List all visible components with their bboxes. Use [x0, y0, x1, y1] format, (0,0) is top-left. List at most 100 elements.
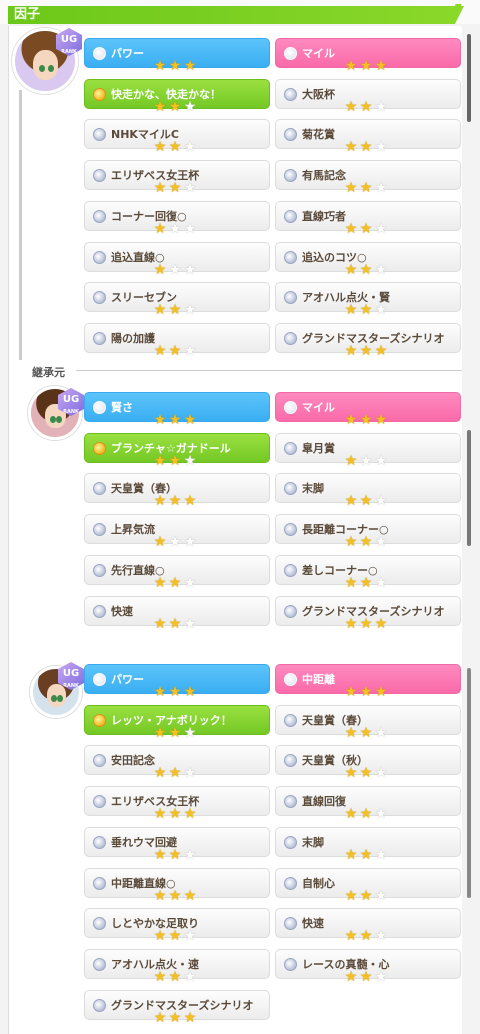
- star-empty-icon: ★: [374, 724, 388, 741]
- star-filled-icon: ★: [344, 846, 358, 863]
- star-filled-icon: ★: [344, 302, 358, 319]
- star-filled-icon: ★: [168, 302, 182, 319]
- factor-orb-icon: [93, 169, 106, 183]
- star-empty-icon: ★: [183, 574, 197, 591]
- star-empty-icon: ★: [183, 139, 197, 156]
- star-empty-icon: ★: [183, 765, 197, 782]
- factor-stars: ★ ★ ★: [152, 617, 197, 631]
- factor-orb-icon: [93, 523, 106, 537]
- star-empty-icon: ★: [183, 261, 197, 278]
- star-empty-icon: ★: [168, 261, 182, 278]
- star-filled-icon: ★: [344, 261, 358, 278]
- factor-label: 上昇気流: [111, 523, 155, 537]
- star-filled-icon: ★: [359, 139, 373, 156]
- star-filled-icon: ★: [168, 806, 182, 823]
- factor-stars: ★ ★ ★: [343, 807, 388, 821]
- factor-orb-icon: [93, 250, 106, 264]
- star-filled-icon: ★: [344, 574, 358, 591]
- header-bar: [8, 6, 464, 24]
- star-empty-icon: ★: [183, 180, 197, 197]
- star-filled-icon: ★: [168, 493, 182, 510]
- factor-stars: ★ ★ ★: [152, 807, 197, 821]
- factor-stars: ★ ★ ★: [343, 535, 388, 549]
- factor-stars: ★ ★ ★: [152, 263, 197, 277]
- avatar-eye: [49, 415, 56, 423]
- star-filled-icon: ★: [153, 887, 167, 904]
- star-empty-icon: ★: [374, 574, 388, 591]
- factor-stars: ★ ★ ★: [152, 848, 197, 862]
- avatar-face: [46, 683, 67, 707]
- star-empty-icon: ★: [183, 968, 197, 985]
- star-filled-icon: ★: [183, 684, 197, 700]
- factor-stars: ★ ★ ★: [152, 726, 197, 740]
- star-filled-icon: ★: [153, 452, 167, 469]
- star-filled-icon: ★: [153, 58, 167, 74]
- factor-label: 自制心: [302, 876, 335, 890]
- factor-stars: ★ ★ ★: [152, 222, 197, 236]
- factor-orb-icon: [93, 441, 106, 455]
- star-filled-icon: ★: [344, 534, 358, 551]
- avatar-eye: [38, 64, 45, 72]
- section-divider: [76, 370, 462, 371]
- star-filled-icon: ★: [168, 452, 182, 469]
- star-filled-icon: ★: [153, 806, 167, 823]
- star-filled-icon: ★: [153, 493, 167, 510]
- factor-stars: ★ ★ ★: [152, 576, 197, 590]
- factor-stars: ★ ★ ★: [152, 1011, 197, 1025]
- scrollbar-3[interactable]: [467, 668, 471, 898]
- factor-stars: ★ ★ ★: [343, 181, 388, 195]
- factor-label: 有馬記念: [302, 169, 346, 183]
- scrollbar-2[interactable]: [467, 430, 471, 546]
- avatar-eye: [56, 694, 63, 702]
- star-empty-icon: ★: [183, 615, 197, 632]
- factor-orb-icon: [284, 47, 297, 60]
- factor-stars: ★ ★ ★: [343, 726, 388, 740]
- star-filled-icon: ★: [183, 412, 197, 428]
- factor-label: 菊花賞: [302, 128, 335, 142]
- factor-stars: ★ ★ ★: [152, 100, 197, 114]
- star-empty-icon: ★: [183, 928, 197, 945]
- star-filled-icon: ★: [168, 928, 182, 945]
- factor-orb-icon: [93, 795, 106, 809]
- factor-orb-icon: [284, 917, 297, 931]
- star-filled-icon: ★: [153, 765, 167, 782]
- star-filled-icon: ★: [359, 724, 373, 741]
- factor-label: 安田記念: [111, 754, 155, 768]
- header-title: 因子: [14, 7, 41, 22]
- factor-orb-icon: [284, 128, 297, 142]
- star-filled-icon: ★: [359, 58, 373, 74]
- factor-stars: ★ ★ ★: [343, 454, 388, 468]
- star-filled-icon: ★: [153, 724, 167, 741]
- star-filled-icon: ★: [344, 139, 358, 156]
- factor-orb-icon: [93, 128, 106, 142]
- avatar-eye: [47, 64, 54, 72]
- factor-stars: ★ ★ ★: [152, 535, 197, 549]
- factor-label: 大阪杯: [302, 87, 335, 101]
- factor-label: 賢さ: [111, 401, 133, 414]
- star-filled-icon: ★: [344, 928, 358, 945]
- star-empty-icon: ★: [374, 806, 388, 823]
- factor-orb-icon: [284, 87, 297, 101]
- factor-orb-icon: [93, 563, 106, 577]
- factor-orb-icon: [284, 250, 297, 264]
- star-empty-icon: ★: [183, 302, 197, 319]
- star-filled-icon: ★: [344, 968, 358, 985]
- factor-orb-icon: [284, 876, 297, 890]
- star-filled-icon: ★: [153, 534, 167, 551]
- star-filled-icon: ★: [168, 58, 182, 74]
- scrollbar-1[interactable]: [467, 34, 471, 122]
- star-filled-icon: ★: [344, 342, 358, 359]
- factor-orb-icon: [93, 998, 106, 1012]
- star-empty-icon: ★: [374, 765, 388, 782]
- star-filled-icon: ★: [359, 534, 373, 551]
- factor-orb-icon: [93, 87, 106, 101]
- star-filled-icon: ★: [344, 765, 358, 782]
- factor-orb-icon: [93, 673, 106, 686]
- star-filled-icon: ★: [153, 342, 167, 359]
- star-filled-icon: ★: [344, 452, 358, 469]
- factor-orb-icon: [93, 713, 106, 727]
- factor-stars: ★ ★ ★: [343, 303, 388, 317]
- factor-orb-icon: [93, 482, 106, 496]
- star-filled-icon: ★: [359, 302, 373, 319]
- star-filled-icon: ★: [168, 98, 182, 115]
